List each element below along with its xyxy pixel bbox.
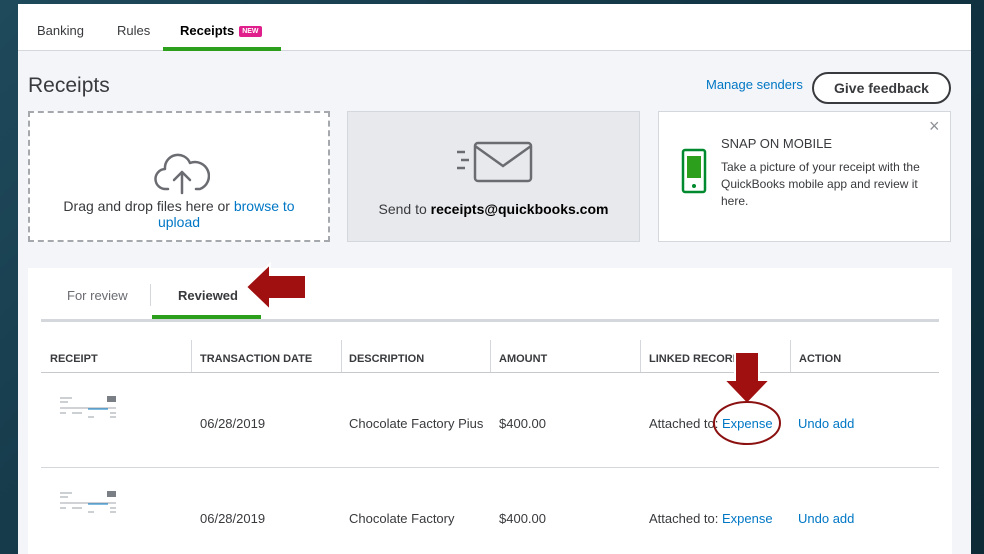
- browse-link-part2[interactable]: upload: [158, 214, 200, 230]
- column-header-amount[interactable]: AMOUNT: [499, 353, 547, 365]
- row-2-date: 06/28/2019: [200, 511, 266, 526]
- tab-banking[interactable]: Banking: [37, 23, 84, 38]
- annotation-highlight-circle: [713, 401, 781, 445]
- upload-dropzone[interactable]: Drag and drop files here or browse to up…: [28, 111, 330, 242]
- page-title: Receipts: [28, 74, 110, 97]
- email-prefix: Send to: [378, 201, 427, 217]
- row-1-linked-prefix: Attached to:: [649, 416, 719, 431]
- row-2-linked-record: Attached to: Expense: [649, 511, 773, 526]
- active-tab-underline: [163, 47, 281, 51]
- header-divider: [41, 372, 939, 373]
- tab-rules[interactable]: Rules: [117, 23, 150, 38]
- email-address: receipts@quickbooks.com: [430, 201, 609, 217]
- row-divider: [41, 467, 939, 468]
- mobile-phone-icon: [681, 148, 707, 194]
- row-2-undo-add-link[interactable]: Undo add: [798, 511, 854, 526]
- row-1-undo-add-link[interactable]: Undo add: [798, 416, 854, 431]
- close-icon[interactable]: ×: [929, 116, 940, 137]
- row-1-amount: $400.00: [499, 416, 546, 431]
- snap-title: SNAP ON MOBILE: [721, 136, 833, 151]
- tab-receipts[interactable]: Receipts NEW: [180, 23, 262, 38]
- column-header-description[interactable]: DESCRIPTION: [349, 353, 424, 365]
- browse-link-part1[interactable]: browse to: [234, 198, 295, 214]
- subtab-divider-line: [41, 319, 939, 322]
- tab-reviewed[interactable]: Reviewed: [178, 288, 238, 303]
- give-feedback-button[interactable]: Give feedback: [812, 72, 951, 104]
- tab-divider: [150, 284, 151, 306]
- column-separator: [341, 340, 342, 372]
- upload-instructions: Drag and drop files here or browse to up…: [30, 198, 328, 230]
- column-header-action[interactable]: ACTION: [799, 353, 841, 365]
- row-2-linked-prefix: Attached to:: [649, 511, 719, 526]
- column-separator: [640, 340, 641, 372]
- new-badge: NEW: [239, 26, 262, 37]
- column-header-receipt[interactable]: RECEIPT: [50, 353, 98, 365]
- row-1-date: 06/28/2019: [200, 416, 266, 431]
- upload-text: Drag and drop files here or: [63, 198, 230, 214]
- column-separator: [490, 340, 491, 372]
- email-instructions: Send to receipts@quickbooks.com: [348, 201, 639, 217]
- snap-on-mobile-card: SNAP ON MOBILE Take a picture of your re…: [658, 111, 951, 242]
- snap-description: Take a picture of your receipt with the …: [721, 160, 920, 208]
- receipts-app: Banking Rules Receipts NEW Receipts Manag…: [18, 4, 971, 554]
- annotation-arrow-down-icon: [722, 351, 772, 406]
- column-separator: [191, 340, 192, 372]
- tab-for-review[interactable]: For review: [67, 288, 128, 303]
- tab-receipts-label: Receipts: [180, 23, 235, 38]
- email-receipts-card: Send to receipts@quickbooks.com: [347, 111, 640, 242]
- manage-senders-link[interactable]: Manage senders: [706, 77, 803, 92]
- row-2-description: Chocolate Factory: [349, 511, 455, 526]
- annotation-arrow-left-icon: [244, 262, 307, 312]
- row-2-expense-link[interactable]: Expense: [722, 511, 773, 526]
- receipts-list-panel: For review Reviewed RECEIPT TRANSACTION …: [28, 268, 952, 554]
- cloud-upload-icon: [154, 153, 210, 195]
- column-separator: [790, 340, 791, 372]
- email-envelope-icon: [457, 141, 533, 183]
- receipt-thumbnail-image[interactable]: [58, 395, 120, 423]
- top-tab-bar: Banking Rules Receipts NEW: [18, 4, 971, 51]
- row-1-description: Chocolate Factory Pius: [349, 416, 484, 431]
- receipt-thumbnail-image[interactable]: [58, 490, 120, 518]
- row-2-amount: $400.00: [499, 511, 546, 526]
- column-header-transaction-date[interactable]: TRANSACTION DATE: [200, 353, 312, 365]
